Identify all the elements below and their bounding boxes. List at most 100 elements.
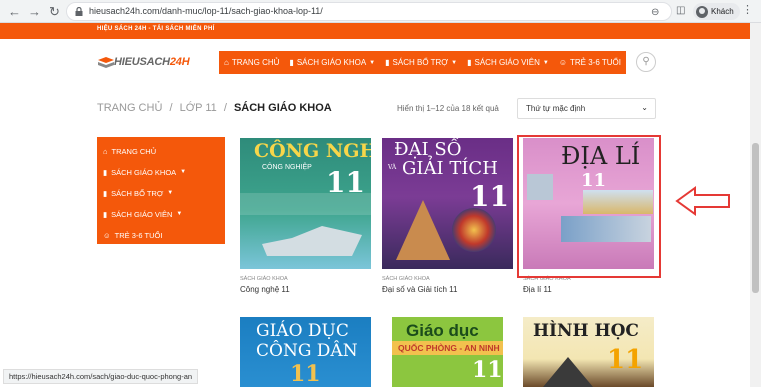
- breadcrumb-home[interactable]: TRANG CHỦ: [97, 102, 162, 114]
- nav-item-textbooks[interactable]: ▮ SÁCH GIÁO KHOA ▼: [284, 58, 380, 67]
- cover-title: ĐẠI SỐ: [394, 139, 462, 160]
- sidebar-item-label: TRANG CHỦ: [111, 147, 157, 156]
- sidebar-item-textbooks[interactable]: ▮ SÁCH GIÁO KHOA ▼: [97, 162, 225, 183]
- url-text: hieusach24h.com/danh-muc/lop-11/sach-gia…: [89, 6, 323, 16]
- result-count: Hiển thị 1–12 của 18 kết quả: [397, 104, 499, 113]
- book-cover-image[interactable]: Giáo dục QUỐC PHÒNG - AN NINH 11: [392, 317, 503, 387]
- highlight-box: [517, 135, 661, 278]
- child-icon: ☺: [103, 231, 111, 240]
- sort-select[interactable]: Thứ tự mặc định ⌄: [517, 98, 656, 119]
- chevron-down-icon: ▼: [451, 59, 458, 66]
- sidebar-item-label: SÁCH BỔ TRỢ: [111, 189, 164, 198]
- avatar-icon: [696, 5, 708, 18]
- breadcrumb-separator: /: [223, 102, 227, 114]
- top-strip-text: HIỆU SÁCH 24H - TẢI SÁCH MIỄN PHÍ: [97, 26, 215, 32]
- breadcrumb-current: SÁCH GIÁO KHOA: [233, 102, 332, 114]
- scrollbar[interactable]: [750, 23, 761, 387]
- chevron-down-icon: ▼: [369, 59, 376, 66]
- product-category[interactable]: SÁCH GIÁO KHOA: [382, 276, 430, 282]
- profile-label: Khách: [711, 7, 734, 16]
- product-card[interactable]: Giáo dục QUỐC PHÒNG - AN NINH 11: [392, 317, 503, 387]
- pyramid-illustration: [396, 200, 450, 260]
- cover-subtitle: CÔNG NGHIỆP: [262, 164, 312, 171]
- book-icon: ▮: [289, 58, 294, 67]
- cover-grade: 11: [472, 357, 503, 383]
- sidebar-item-label: SÁCH GIÁO KHOA: [111, 168, 177, 177]
- status-url: https://hieusach24h.com/sach/giao-duc-qu…: [3, 369, 199, 384]
- nav-item-teacher[interactable]: ▮ SÁCH GIÁO VIÊN ▼: [462, 58, 554, 67]
- lock-icon: [75, 7, 83, 16]
- nav-label: TRẺ 3-6 TUỔI: [569, 58, 621, 67]
- nav-label: TRANG CHỦ: [231, 58, 280, 67]
- home-icon: ⌂: [103, 147, 108, 156]
- chevron-down-icon: ▼: [180, 169, 187, 175]
- cover-title: HÌNH HỌC: [533, 321, 639, 341]
- product-card[interactable]: HÌNH HỌC 11: [523, 317, 654, 387]
- zoom-icon[interactable]: ⊖: [651, 7, 659, 18]
- nav-item-kids[interactable]: ☺ TRẺ 3-6 TUỔI: [554, 58, 626, 67]
- product-title[interactable]: Đại số và Giải tích 11: [382, 285, 457, 294]
- book-icon: ▮: [385, 58, 390, 67]
- breadcrumb-separator: /: [169, 102, 173, 114]
- reload-icon[interactable]: ↻: [46, 3, 63, 20]
- cover-va: VÀ: [388, 164, 397, 171]
- sidebar-menu: ⌂ TRANG CHỦ ▮ SÁCH GIÁO KHOA ▼ ▮ SÁCH BỔ TRỢ…: [97, 137, 225, 244]
- book-cover-image[interactable]: CÔNG NGHỆ CÔNG NGHIỆP 11: [240, 138, 371, 269]
- child-icon: ☺: [558, 58, 567, 67]
- logo-text: HIEUSACH: [114, 56, 170, 68]
- cover-grade: 11: [290, 361, 321, 387]
- fractal-illustration: [452, 208, 496, 252]
- nav-item-supplementary[interactable]: ▮ SÁCH BỔ TRỢ ▼: [380, 58, 462, 67]
- browser-toolbar: ← → ↻ hieusach24h.com/danh-muc/lop-11/sa…: [0, 0, 761, 23]
- forward-icon[interactable]: →: [26, 3, 43, 20]
- book-cover-image[interactable]: ĐẠI SỐ VÀ GIẢI TÍCH 11: [382, 138, 513, 269]
- chevron-down-icon: ▼: [176, 211, 183, 217]
- cover-subtitle: QUỐC PHÒNG - AN NINH: [398, 343, 500, 353]
- book-cover-image[interactable]: HÌNH HỌC 11: [523, 317, 654, 387]
- nav-label: SÁCH BỔ TRỢ: [392, 58, 449, 67]
- cover-title: Giáo dục: [406, 321, 479, 340]
- arrow-left-icon: [675, 186, 730, 216]
- home-icon: ⌂: [224, 58, 229, 67]
- nav-label: SÁCH GIÁO VIÊN: [474, 58, 540, 67]
- address-bar[interactable]: hieusach24h.com/danh-muc/lop-11/sach-gia…: [66, 2, 672, 21]
- sidebar-item-supplementary[interactable]: ▮ SÁCH BỔ TRỢ ▼: [97, 183, 225, 204]
- ship-illustration: [262, 226, 362, 256]
- nav-item-home[interactable]: ⌂ TRANG CHỦ: [219, 58, 284, 67]
- product-card[interactable]: ĐẠI SỐ VÀ GIẢI TÍCH 11 SÁCH GIÁO KHOA Đạ…: [382, 138, 513, 298]
- cover-title: GIÁO DỤC: [256, 321, 349, 341]
- book-icon: ▮: [467, 58, 472, 67]
- scrollbar-thumb[interactable]: [752, 143, 759, 293]
- book-icon: ▮: [103, 168, 108, 177]
- product-category[interactable]: SÁCH GIÁO KHOA: [240, 276, 288, 282]
- product-title[interactable]: Công nghệ 11: [240, 285, 290, 294]
- product-card[interactable]: GIÁO DỤC CÔNG DÂN 11: [240, 317, 371, 387]
- book-cover-image[interactable]: GIÁO DỤC CÔNG DÂN 11: [240, 317, 371, 387]
- cover-grade: 11: [607, 345, 644, 375]
- sidebar-item-kids[interactable]: ☺ TRẺ 3-6 TUỔI: [97, 225, 225, 246]
- search-icon[interactable]: ⚲: [636, 52, 656, 72]
- sidebar-item-teacher[interactable]: ▮ SÁCH GIÁO VIÊN ▼: [97, 204, 225, 225]
- breadcrumb-level[interactable]: LỚP 11: [180, 102, 217, 114]
- cover-subtitle: CÔNG DÂN: [256, 341, 358, 361]
- back-icon[interactable]: ←: [6, 3, 23, 20]
- book-icon: ▮: [103, 210, 108, 219]
- profile-button[interactable]: Khách: [693, 3, 740, 20]
- logo-suffix: 24H: [169, 56, 190, 68]
- book-logo-icon: [98, 57, 114, 68]
- sidebar-item-home[interactable]: ⌂ TRANG CHỦ: [97, 141, 225, 162]
- main-nav: ⌂ TRANG CHỦ ▮ SÁCH GIÁO KHOA ▼ ▮ SÁCH BỔ TRỢ…: [219, 51, 626, 74]
- product-title[interactable]: Địa lí 11: [523, 285, 552, 294]
- breadcrumb: TRANG CHỦ / LỚP 11 / SÁCH GIÁO KHOA: [97, 102, 332, 114]
- product-card[interactable]: CÔNG NGHỆ CÔNG NGHIỆP 11 SÁCH GIÁO KHOA …: [240, 138, 371, 298]
- site-logo[interactable]: HIEUSACH24H: [97, 53, 205, 73]
- cover-subtitle: GIẢI TÍCH: [402, 158, 498, 179]
- nav-label: SÁCH GIÁO KHOA: [296, 58, 367, 67]
- top-strip: HIỆU SÁCH 24H - TẢI SÁCH MIỄN PHÍ: [0, 23, 750, 39]
- pyramid-illustration: [543, 357, 593, 387]
- side-panel-icon[interactable]: ◫: [676, 5, 685, 16]
- chevron-down-icon: ▼: [167, 190, 174, 196]
- book-icon: ▮: [103, 189, 108, 198]
- cover-title: CÔNG NGHỆ: [254, 140, 371, 162]
- menu-icon[interactable]: ⋮: [742, 3, 753, 16]
